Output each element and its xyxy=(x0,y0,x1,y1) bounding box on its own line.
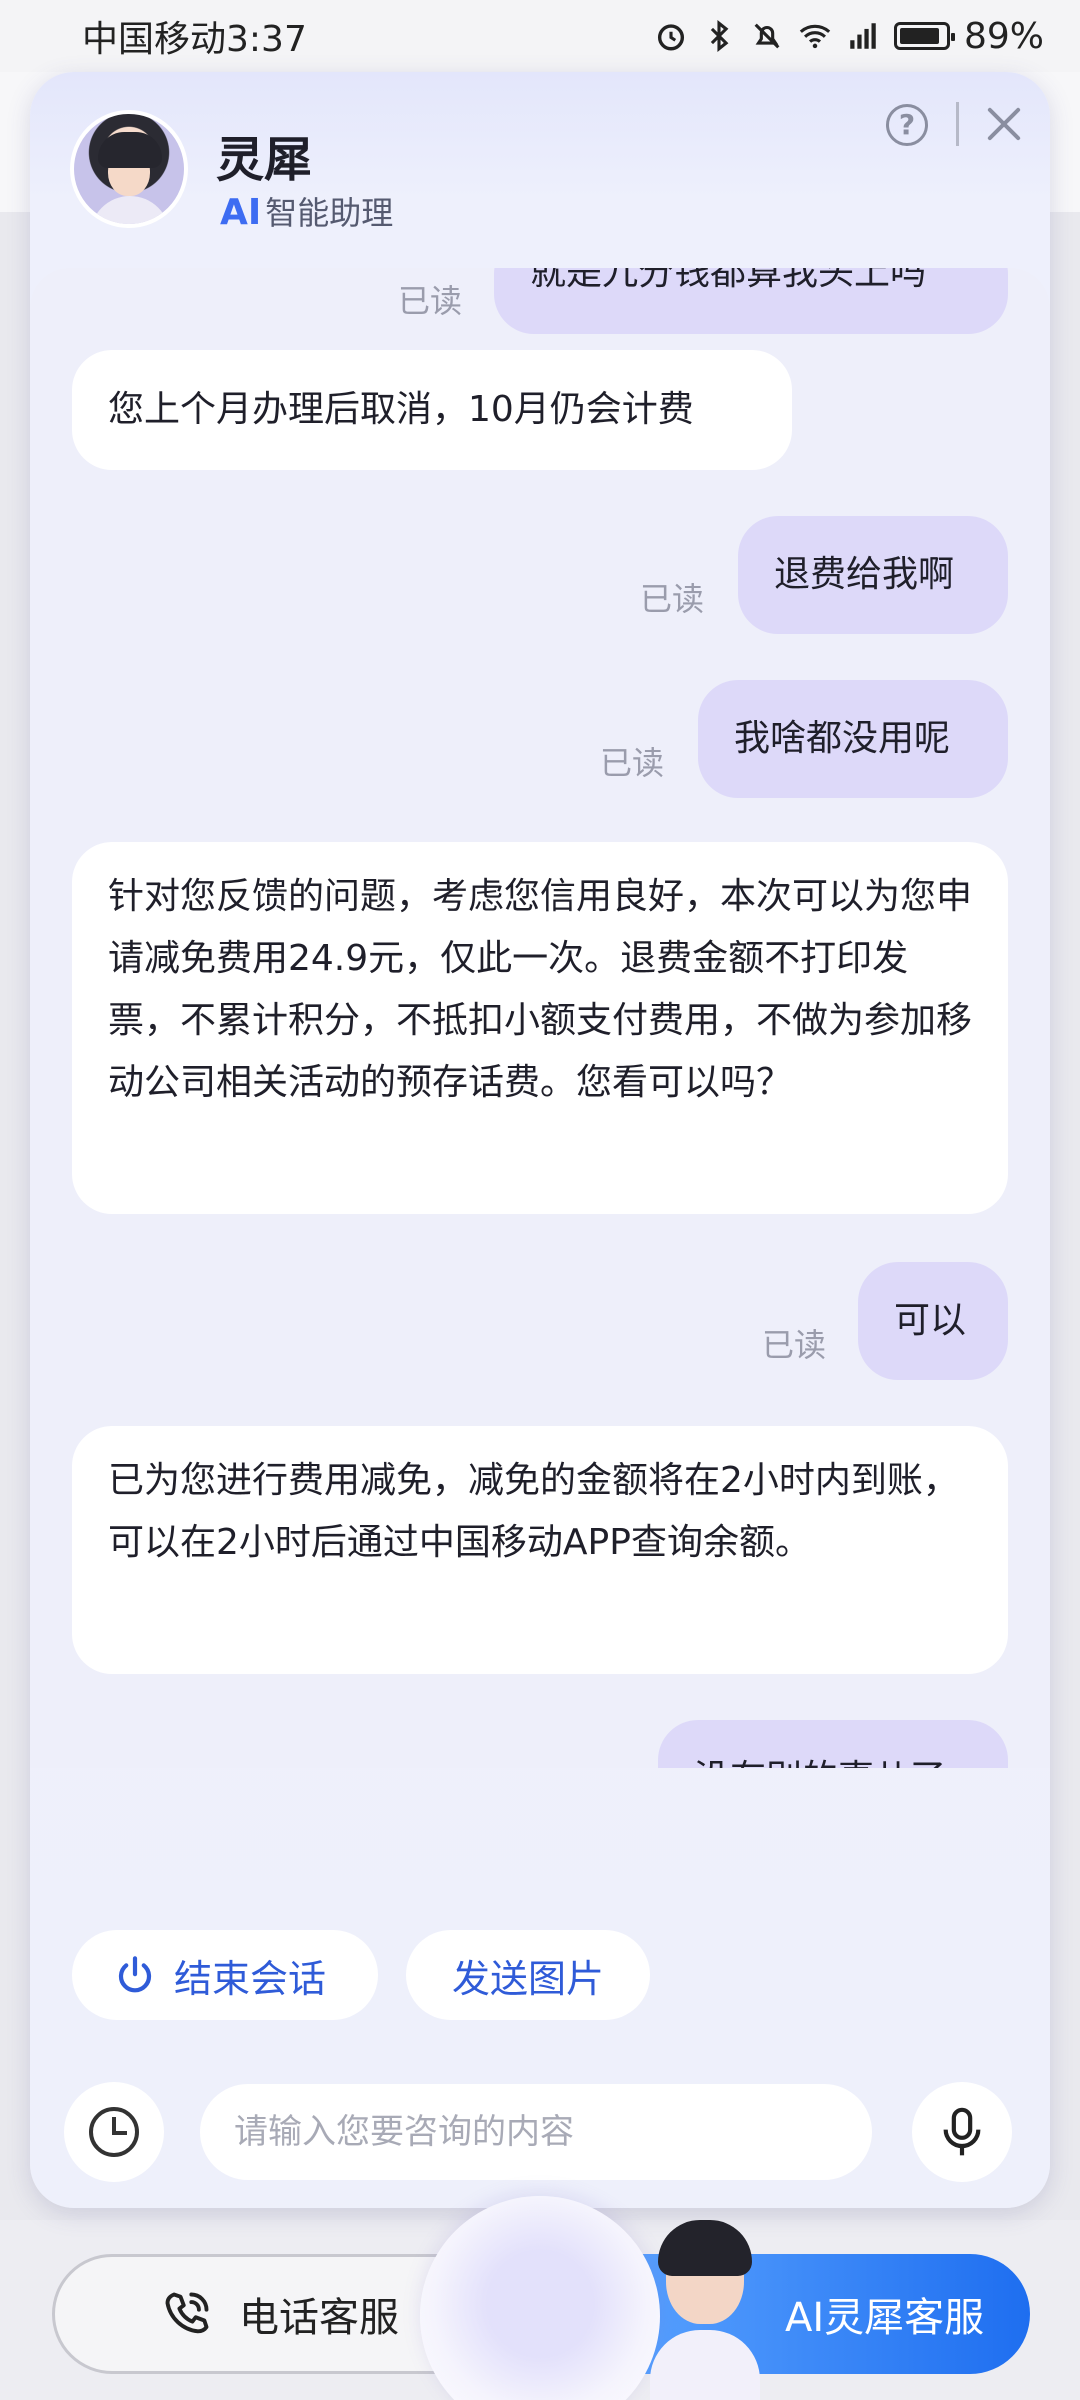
end-session-button[interactable]: 结束会话 xyxy=(72,1930,378,2020)
send-image-button[interactable]: 发送图片 xyxy=(406,1930,650,2020)
carrier-time: 中国移动3:37 xyxy=(82,19,307,60)
status-bar: 中国移动3:37 89% xyxy=(0,0,1080,72)
send-image-label: 发送图片 xyxy=(451,1956,604,2001)
status-left: 中国移动3:37 xyxy=(82,10,307,62)
chat-area[interactable]: 就是九分钱都算我头上吗 已读 您上个月办理后取消，10月仍会计费 退费给我啊 已… xyxy=(30,268,1050,1768)
bot-message: 针对您反馈的问题，考虑您信用良好，本次可以为您申请减免费用24.9元，仅此一次。… xyxy=(72,842,1008,1214)
user-message: 就是九分钱都算我头上吗 xyxy=(494,268,1008,334)
input-bar xyxy=(30,2062,1050,2208)
panel-header: 灵犀 AI 智能助理 ? xyxy=(30,72,1050,272)
battery-icon xyxy=(893,22,955,50)
header-divider xyxy=(956,102,959,146)
wifi-icon xyxy=(799,24,831,49)
message-text: 已为您进行费用减免，减免的金额将在2小时内到账，可以在2小时后通过中国移动APP… xyxy=(108,1460,959,1563)
end-session-label: 结束会话 xyxy=(174,1956,327,2001)
voice-button[interactable] xyxy=(912,2082,1012,2182)
message-text: 退费给我啊 xyxy=(774,554,955,595)
alarm-icon xyxy=(657,24,685,51)
read-status: 已读 xyxy=(762,1326,827,1364)
bot-message: 已为您进行费用减免，减免的金额将在2小时内到账，可以在2小时后通过中国移动APP… xyxy=(72,1426,1008,1674)
mute-icon xyxy=(754,23,780,49)
ai-service-label: AI灵犀客服 xyxy=(785,2295,985,2341)
user-message: 退费给我啊 xyxy=(738,516,1008,634)
bot-message: 您上个月办理后取消，10月仍会计费 xyxy=(72,350,792,470)
phone-icon xyxy=(165,2292,209,2334)
message-text: 没有别的事儿了 xyxy=(694,1758,946,1768)
read-status: 已读 xyxy=(600,744,665,782)
assistant-role: 智能助理 xyxy=(265,194,394,232)
message-input[interactable] xyxy=(200,2084,872,2180)
battery-percent: 89% xyxy=(963,15,1044,57)
user-message: 没有别的事儿了 xyxy=(658,1720,1008,1768)
help-icon[interactable]: ? xyxy=(886,104,928,146)
message-text: 我啥都没用呢 xyxy=(734,718,951,759)
ai-avatar-image xyxy=(650,2220,760,2400)
message-text: 就是九分钱都算我头上吗 xyxy=(530,268,927,293)
close-icon[interactable] xyxy=(980,100,1028,148)
power-icon xyxy=(118,1956,152,1993)
user-message: 我啥都没用呢 xyxy=(698,680,1008,798)
signal-icon xyxy=(850,23,876,49)
message-text: 您上个月办理后取消，10月仍会计费 xyxy=(108,389,694,430)
assistant-name: 灵犀 xyxy=(216,132,313,188)
microphone-icon xyxy=(943,2107,981,2156)
read-status: 已读 xyxy=(640,580,705,618)
history-button[interactable] xyxy=(64,2082,164,2182)
status-right: 89% xyxy=(654,16,1044,57)
user-message: 可以 xyxy=(858,1262,1008,1380)
phone-service-label: 电话客服 xyxy=(239,2295,399,2341)
assistant-subtitle: AI 智能助理 xyxy=(220,188,393,234)
read-status: 已读 xyxy=(398,282,463,320)
assistant-avatar xyxy=(70,110,188,228)
bluetooth-icon xyxy=(710,20,729,52)
ai-label: AI xyxy=(220,192,262,233)
assistant-panel: 灵犀 AI 智能助理 ? 就是九分钱都算我头上吗 已读 您上个月办理后取消，10月… xyxy=(30,72,1050,2208)
message-text: 针对您反馈的问题，考虑您信用良好，本次可以为您申请减免费用24.9元，仅此一次。… xyxy=(108,876,973,1103)
clock-icon xyxy=(89,2107,139,2157)
message-text: 可以 xyxy=(894,1300,967,1341)
